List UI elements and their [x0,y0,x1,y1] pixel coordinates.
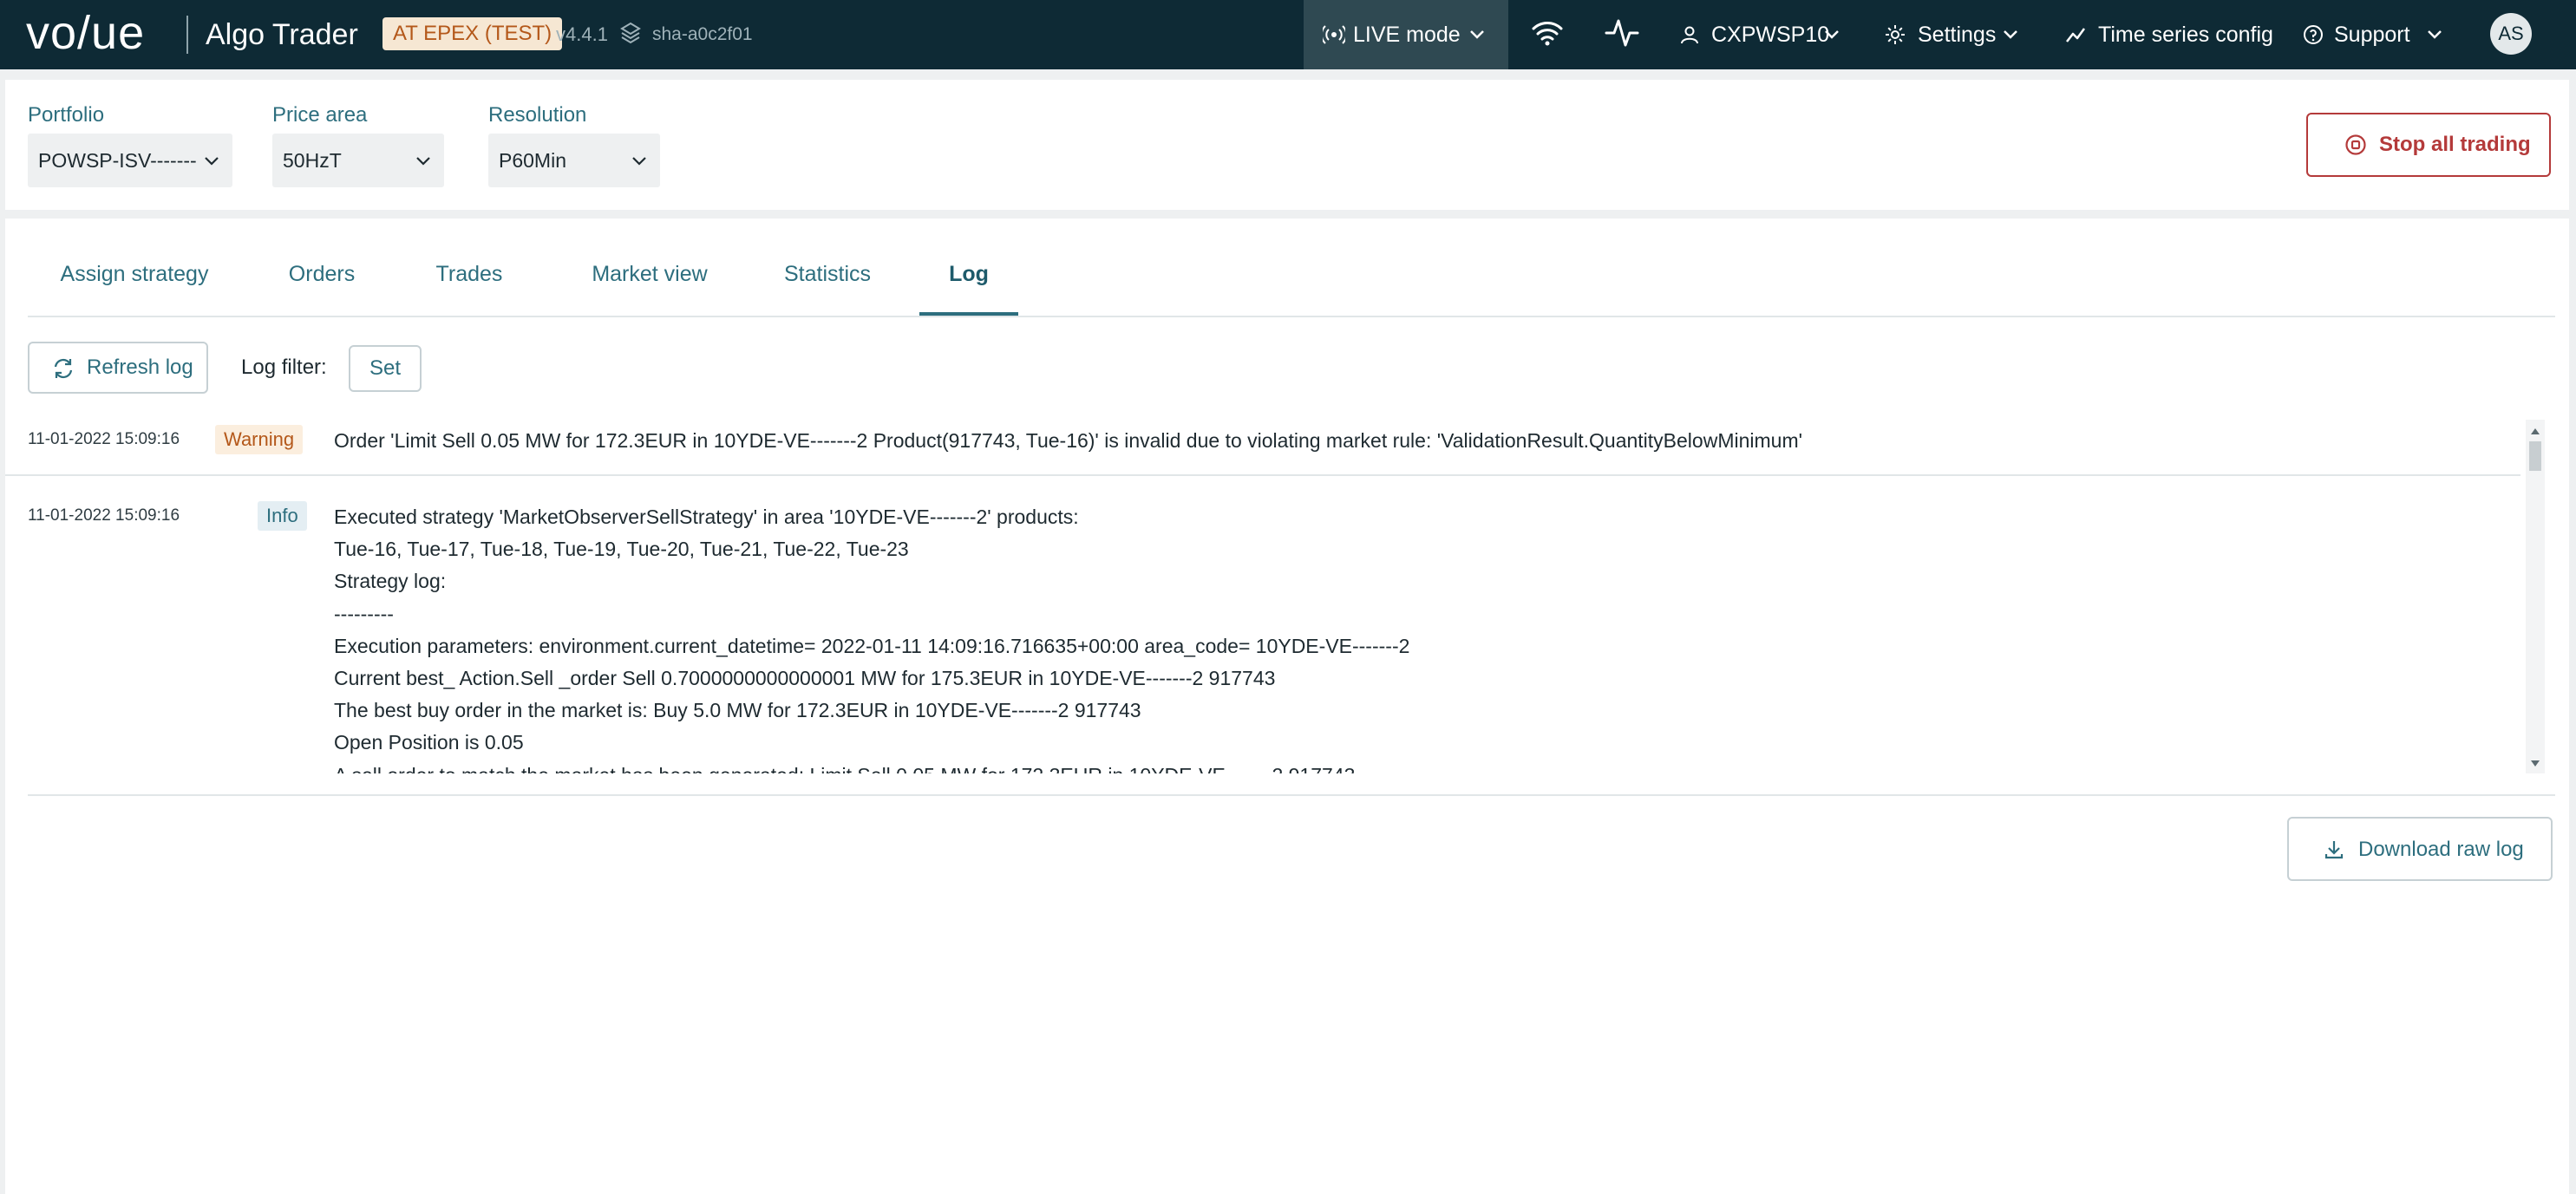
brand-divider [186,16,188,54]
support-label: Support [2334,23,2410,47]
gear-icon [1886,25,1905,44]
log-message: Order 'Limit Sell 0.05 MW for 172.3EUR i… [334,429,1802,452]
chevron-down-icon [1470,30,1484,39]
time-series-config-label: Time series config [2098,23,2273,47]
main-panel: Assign strategy Orders Trades Market vie… [5,219,2569,1194]
price-area-select[interactable]: 50HzT [272,134,444,187]
tabs-divider [28,316,2555,317]
settings-label: Settings [1918,23,1997,47]
log-divider [5,474,2520,476]
filter-panel: Portfolio POWSP-ISV------- Price area 50… [5,80,2569,210]
chevron-down-icon [632,157,646,166]
portfolio-value: POWSP-ISV------- [38,149,197,172]
chevron-down-icon [2428,30,2442,39]
log-timestamp: 11-01-2022 15:09:16 [28,506,180,525]
chevron-down-icon [2004,30,2017,39]
price-area-label: Price area [272,103,368,127]
log-list[interactable]: 11-01-2022 15:09:16 Warning Order 'Limit… [5,420,2545,773]
chevron-down-icon [205,157,219,166]
live-mode-dropdown[interactable]: LIVE mode [1304,0,1508,69]
footer-divider [28,794,2555,796]
log-timestamp: 11-01-2022 15:09:16 [28,430,180,448]
trend-line-icon [2066,28,2086,42]
download-raw-log-label: Download raw log [2358,838,2524,861]
live-mode-label: LIVE mode [1353,23,1461,47]
log-scrollbar[interactable] [2526,420,2545,773]
scroll-down-arrow-icon[interactable] [2530,760,2540,768]
help-circle-icon [2304,25,2323,44]
set-filter-button[interactable]: Set [349,345,422,392]
chevron-down-icon [1825,30,1839,39]
stop-all-trading-button[interactable]: Stop all trading [2306,113,2551,177]
tab-assign-strategy[interactable]: Assign strategy [28,253,241,297]
top-bar: vo/ue Algo Trader AT EPEX (TEST) v4.4.1 … [0,0,2576,69]
resolution-select[interactable]: P60Min [488,134,660,187]
tab-orders[interactable]: Orders [274,253,369,297]
layers-icon [620,22,641,44]
wifi-icon[interactable] [1531,19,1564,47]
scroll-up-arrow-icon[interactable] [2530,427,2540,435]
refresh-log-label: Refresh log [87,356,193,379]
user-name: CXPWSP10 [1711,23,1830,47]
level-badge-warning: Warning [215,425,304,454]
user-icon [1681,26,1698,44]
brand-logo[interactable]: vo/ue [26,7,145,59]
portfolio-label: Portfolio [28,103,105,127]
chevron-down-icon [416,157,430,166]
portfolio-select[interactable]: POWSP-ISV------- [28,134,232,187]
download-raw-log-button[interactable]: Download raw log [2287,817,2553,881]
download-icon [2324,841,2344,859]
sha-label: sha-a0c2f01 [652,24,753,44]
tab-market-view[interactable]: Market view [569,253,730,297]
tab-trades[interactable]: Trades [418,253,520,297]
version-label: v4.4.1 [556,23,608,45]
environment-badge: AT EPEX (TEST) [382,17,563,50]
broadcast-icon [1323,25,1345,44]
level-badge-info: Info [258,501,307,531]
log-message: Executed strategy 'MarketObserverSellStr… [334,506,1410,773]
price-area-value: 50HzT [283,149,342,172]
activity-icon[interactable] [1605,17,1639,49]
stop-all-trading-label: Stop all trading [2379,133,2531,156]
scrollbar-thumb[interactable] [2529,441,2541,471]
active-tab-indicator [919,312,1018,316]
resolution-label: Resolution [488,103,587,127]
avatar[interactable]: AS [2490,13,2532,55]
tab-log[interactable]: Log [919,253,1018,297]
app-name: Algo Trader [206,18,358,51]
tab-statistics[interactable]: Statistics [768,253,886,297]
refresh-log-button[interactable]: Refresh log [28,342,208,394]
log-filter-label: Log filter: [241,356,327,379]
stop-circle-icon [2345,134,2366,155]
refresh-icon [54,358,73,379]
resolution-value: P60Min [499,149,566,172]
